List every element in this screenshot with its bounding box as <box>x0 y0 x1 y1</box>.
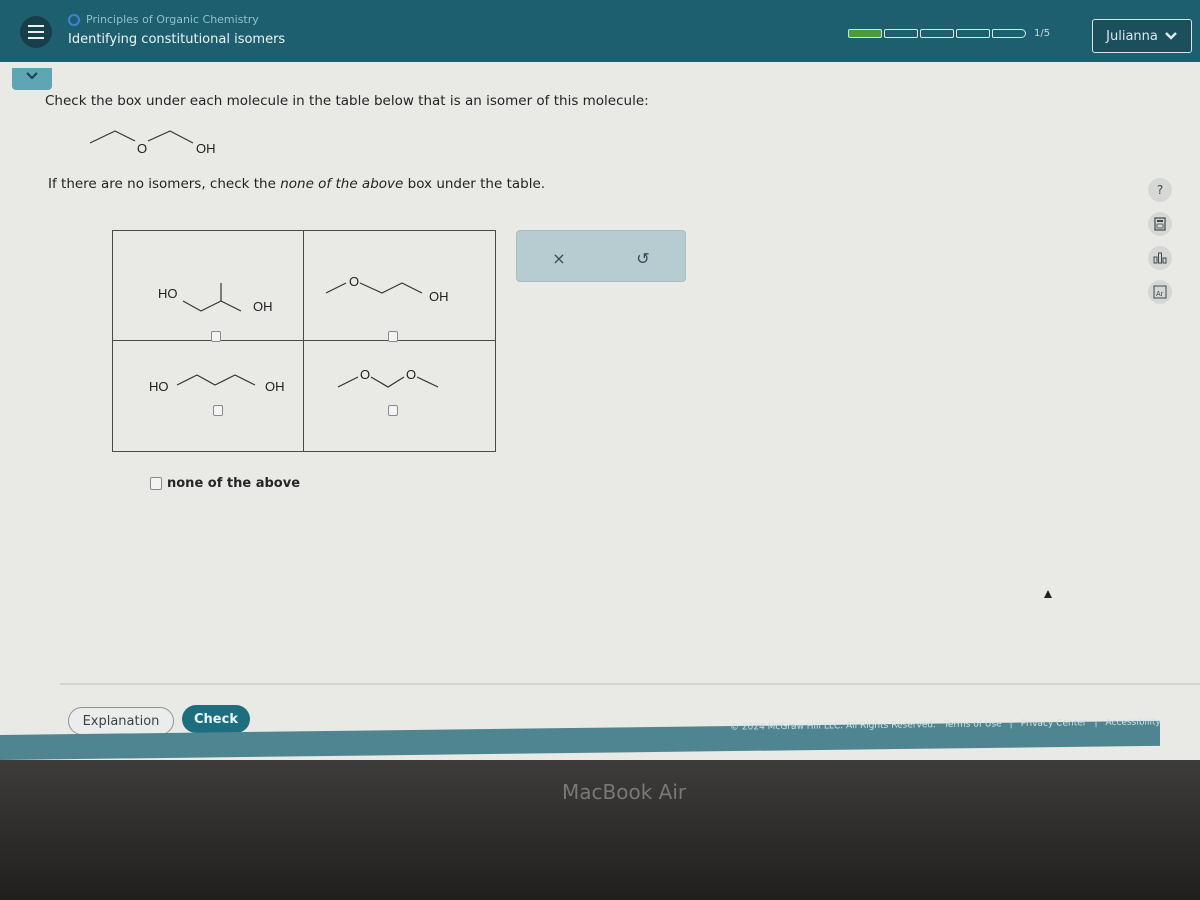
course-title: Principles of Organic Chemistry <box>68 13 259 26</box>
hydroxyl-label: OH <box>196 141 216 156</box>
menu-icon-line <box>28 31 44 33</box>
side-toolbar: ? Ar <box>1148 178 1172 304</box>
help-icon[interactable]: ? <box>1148 178 1172 202</box>
bond <box>325 282 347 294</box>
hydroxyl-label: OH <box>265 379 285 394</box>
bond <box>370 376 405 388</box>
explanation-button[interactable]: Explanation <box>68 707 174 735</box>
table-cell: HO OH <box>113 341 304 451</box>
separator: | <box>1009 719 1013 730</box>
terms-link[interactable]: Terms of Use <box>944 719 1002 730</box>
oxygen-label: O <box>406 367 416 382</box>
calculator-icon[interactable] <box>1148 212 1172 236</box>
bond <box>416 376 439 388</box>
hydroxyl-label: OH <box>253 299 273 314</box>
molecule-butanediol: HO OH <box>149 374 285 394</box>
none-checkbox[interactable] <box>150 477 162 490</box>
molecule-dimethoxymethane: O O <box>337 367 439 388</box>
table-cell: O O <box>304 341 495 451</box>
isomer-checkbox[interactable] <box>213 405 223 416</box>
note-text: If there are no isomers, check the <box>48 176 281 192</box>
topic-title: Identifying constitutional isomers <box>68 32 286 47</box>
chevron-down-icon <box>1164 32 1177 40</box>
oxygen-label: O <box>137 141 147 156</box>
bar-chart-glyph <box>1153 252 1167 264</box>
none-label: none of the above <box>167 476 301 491</box>
mouse-cursor-icon <box>1044 590 1052 598</box>
data-chart-icon[interactable] <box>1148 246 1172 270</box>
note-text: box under the table. <box>403 176 546 192</box>
element-glyph: Ar <box>1153 285 1167 299</box>
isomer-checkbox[interactable] <box>388 405 398 416</box>
instruction-note: If there are no isomers, check the none … <box>48 176 545 192</box>
user-menu-button[interactable]: Julianna <box>1092 19 1192 53</box>
bond <box>337 376 359 388</box>
reference-molecule: O OH <box>89 130 216 156</box>
table-cell: HO OH <box>113 231 304 342</box>
user-name: Julianna <box>1106 28 1158 44</box>
menu-icon-line <box>28 37 44 39</box>
hydroxyl-label: OH <box>429 289 449 304</box>
menu-icon-line <box>28 25 44 27</box>
menu-button[interactable] <box>20 16 52 48</box>
collapse-toggle[interactable] <box>12 68 52 90</box>
check-button[interactable]: Check <box>182 705 250 733</box>
privacy-link[interactable]: Privacy Center <box>1021 718 1087 729</box>
hydroxyl-label: HO <box>149 379 169 394</box>
divider <box>60 683 1200 685</box>
svg-text:Ar: Ar <box>1156 291 1164 298</box>
hydroxyl-label: HO <box>158 286 178 301</box>
none-of-the-above[interactable]: none of the above <box>150 476 300 491</box>
molecule-table: HO OH O OH HO OH O O <box>112 230 496 452</box>
clear-icon[interactable]: × <box>552 249 565 268</box>
device-label: MacBook Air <box>562 780 687 804</box>
bond <box>182 300 242 312</box>
progress-bar: 1/5 <box>848 28 1050 39</box>
top-bar: Principles of Organic Chemistry Identify… <box>0 0 1200 62</box>
question-prompt: Check the box under each molecule in the… <box>45 93 649 109</box>
undo-icon[interactable]: ↺ <box>636 249 649 268</box>
bond <box>359 282 423 294</box>
bond <box>147 130 194 144</box>
progress-label: 1/5 <box>1034 28 1051 39</box>
table-cell: O OH <box>304 231 495 342</box>
progress-segment <box>992 29 1026 38</box>
screen: Principles of Organic Chemistry Identify… <box>0 0 1200 760</box>
separator: | <box>1094 718 1098 729</box>
note-emphasis: none of the above <box>280 176 404 192</box>
progress-segment <box>848 29 882 38</box>
periodic-table-icon[interactable]: Ar <box>1148 280 1172 304</box>
oxygen-label: O <box>349 274 359 289</box>
answer-toolbar: × ↺ <box>516 230 686 282</box>
oxygen-label: O <box>360 367 370 382</box>
circle-icon <box>68 13 80 26</box>
bond <box>89 130 136 144</box>
calculator-glyph <box>1154 217 1166 231</box>
chevron-down-icon <box>26 72 38 80</box>
progress-segment <box>920 29 954 38</box>
bond <box>176 374 256 386</box>
course-name: Principles of Organic Chemistry <box>86 13 259 26</box>
progress-segment <box>884 29 918 38</box>
progress-segment <box>956 29 990 38</box>
accessibility-link[interactable]: Accessibility <box>1105 717 1161 728</box>
